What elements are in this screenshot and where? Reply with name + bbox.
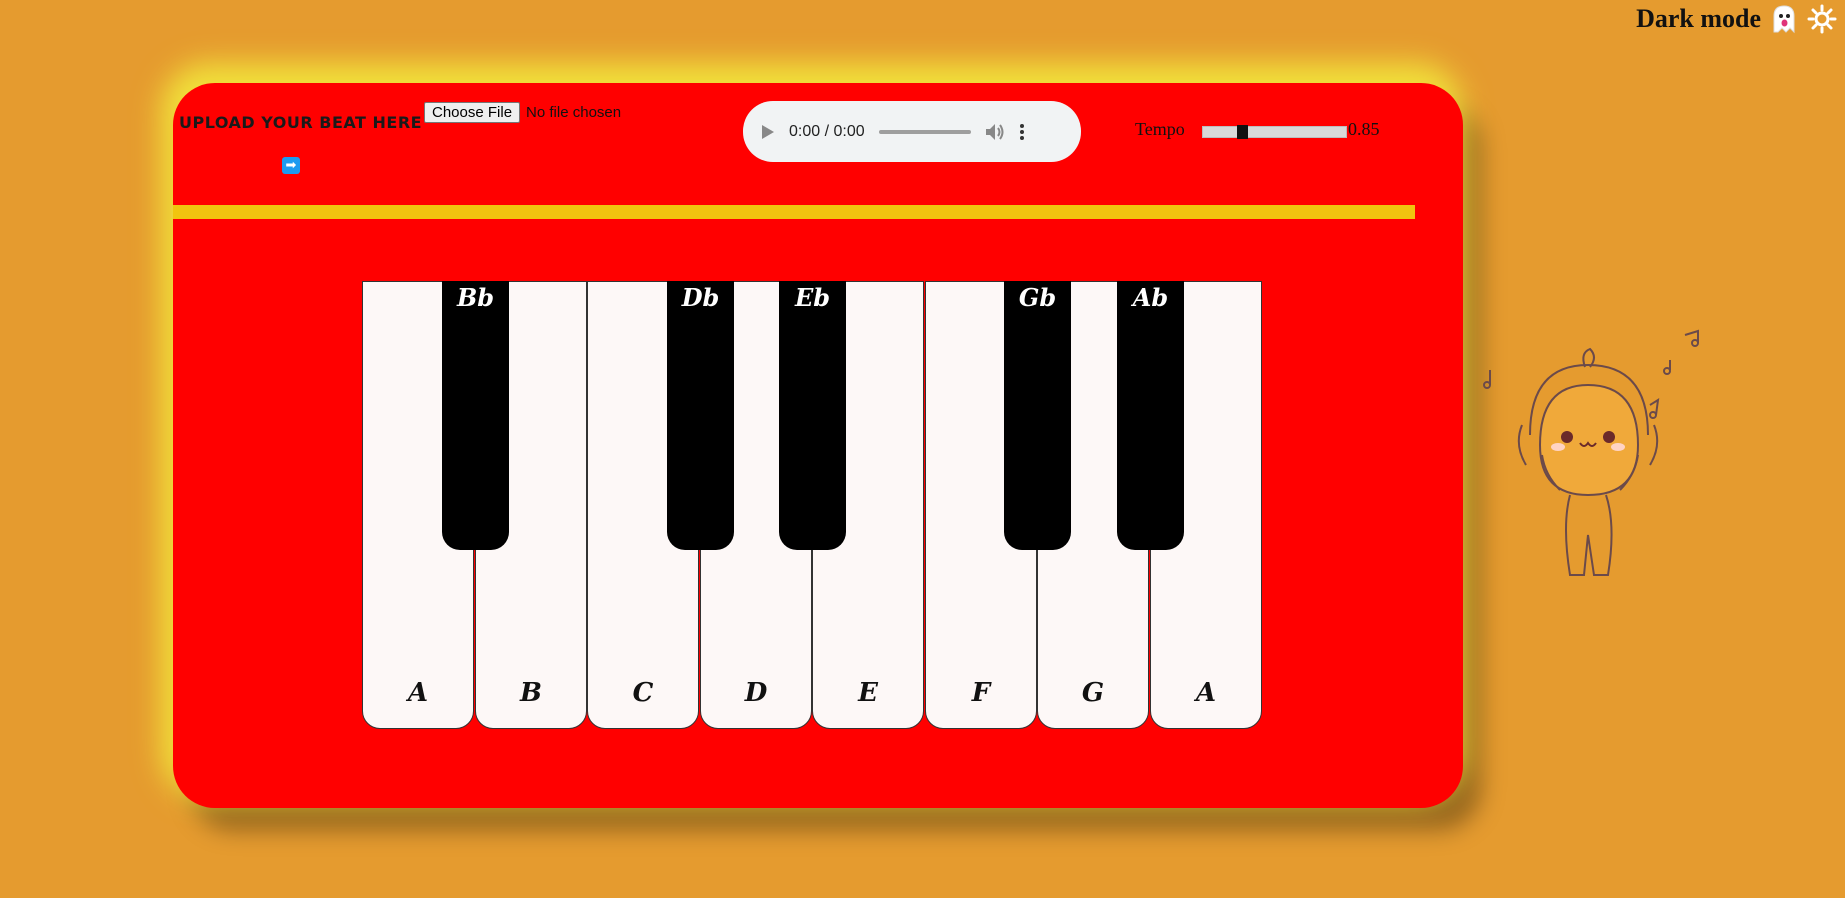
play-icon[interactable]: [761, 124, 775, 140]
file-input[interactable]: Choose File No file chosen: [424, 102, 621, 123]
volume-icon[interactable]: [985, 123, 1005, 141]
ghost-icon[interactable]: [1771, 4, 1797, 34]
mascot-illustration: [1483, 329, 1699, 576]
dark-mode-toggle[interactable]: Dark mode: [1636, 4, 1837, 34]
tempo-slider-thumb[interactable]: [1237, 125, 1248, 139]
piano-keyboard: A B C D E F G A Bb Db Eb Gb Ab: [362, 281, 1262, 729]
black-key-bb[interactable]: Bb: [442, 281, 509, 550]
white-key-label: F: [971, 678, 991, 708]
divider-bar: [173, 205, 1415, 219]
audio-progress-bar[interactable]: [878, 129, 971, 134]
white-key-label: A: [1195, 678, 1217, 708]
right-arrow-icon[interactable]: ➡: [282, 157, 300, 174]
sun-icon[interactable]: [1807, 4, 1837, 34]
black-key-eb[interactable]: Eb: [779, 281, 846, 550]
piano-panel: UPLOAD YOUR BEAT HERE Choose File No fil…: [173, 83, 1463, 808]
black-key-label: Ab: [1132, 283, 1169, 312]
file-status: No file chosen: [526, 104, 622, 121]
choose-file-button[interactable]: Choose File: [424, 102, 521, 123]
tempo-slider[interactable]: [1202, 125, 1347, 139]
white-key-label: E: [858, 678, 878, 708]
black-key-label: Db: [681, 283, 720, 312]
black-key-db[interactable]: Db: [667, 281, 734, 550]
white-key-label: G: [1081, 678, 1105, 708]
tempo-value: 0.85: [1348, 119, 1380, 139]
upload-beat-label: UPLOAD YOUR BEAT HERE: [179, 113, 423, 132]
more-options-icon[interactable]: [1019, 123, 1025, 141]
audio-time: 0:00 / 0:00: [789, 122, 865, 140]
white-key-label: A: [407, 678, 429, 708]
tempo-label: Tempo: [1135, 119, 1185, 139]
black-key-label: Gb: [1018, 283, 1057, 312]
black-key-label: Bb: [456, 283, 495, 312]
white-key-label: D: [744, 678, 768, 708]
black-key-ab[interactable]: Ab: [1117, 281, 1184, 550]
dark-mode-label: Dark mode: [1636, 4, 1761, 33]
black-key-gb[interactable]: Gb: [1004, 281, 1071, 550]
white-key-label: C: [632, 678, 654, 708]
white-key-label: B: [520, 678, 542, 708]
audio-player[interactable]: 0:00 / 0:00: [743, 101, 1081, 162]
black-key-label: Eb: [794, 283, 831, 312]
